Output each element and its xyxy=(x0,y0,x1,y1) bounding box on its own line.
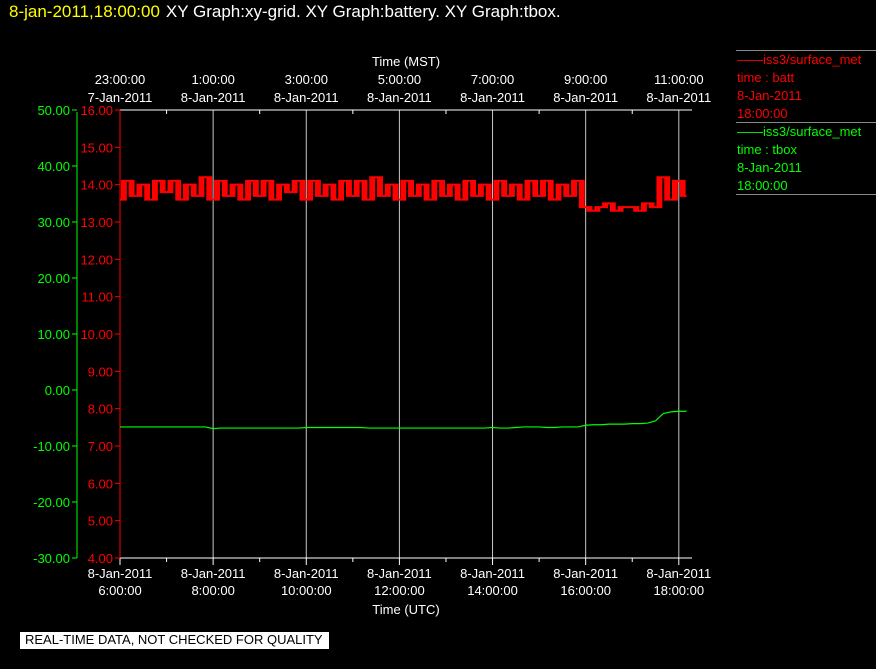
x-axis-label: Time (UTC) xyxy=(372,602,439,617)
legend-entry-tbox: ——iss3/surface_met time : tbox 8-Jan-201… xyxy=(737,123,861,195)
series-batt-line xyxy=(120,176,687,212)
tbox-tick-label: -20.00 xyxy=(33,495,70,510)
series-tbox-line xyxy=(120,410,687,430)
x-tick-label-date: 8-Jan-2011 xyxy=(274,566,339,581)
x-tick-label-date: 8-Jan-2011 xyxy=(460,566,525,581)
legend-entry-batt: ——iss3/surface_met time : batt 8-Jan-201… xyxy=(737,51,861,123)
x-tick-label-time: 12:00:00 xyxy=(374,583,425,598)
x2-tick-label-time: 5:00:00 xyxy=(378,72,421,87)
x2-tick-label-date: 8-Jan-2011 xyxy=(646,90,711,105)
x-tick-label-date: 8-Jan-2011 xyxy=(553,566,618,581)
x2-tick-label-date: 8-Jan-2011 xyxy=(274,90,339,105)
legend-time: 18:00:00 xyxy=(737,106,788,121)
batt-tick-label: 16.00 xyxy=(80,103,113,118)
batt-tick-label: 7.00 xyxy=(88,439,113,454)
x-tick-label-time: 16:00:00 xyxy=(560,583,611,598)
tbox-tick-label: 30.00 xyxy=(37,215,70,230)
x2-tick-label-date: 8-Jan-2011 xyxy=(460,90,525,105)
batt-tick-label: 12.00 xyxy=(80,252,113,267)
legend-variable: time : tbox xyxy=(737,142,797,157)
legend-date: 8-Jan-2011 xyxy=(737,160,802,175)
legend-date: 8-Jan-2011 xyxy=(737,88,802,103)
legend-divider xyxy=(736,194,876,195)
x-tick-label-time: 10:00:00 xyxy=(281,583,332,598)
x-tick-label-time: 8:00:00 xyxy=(191,583,234,598)
batt-tick-label: 11.00 xyxy=(81,290,113,305)
tbox-tick-label: -30.00 xyxy=(33,551,70,566)
batt-tick-label: 4.00 xyxy=(88,551,113,566)
x2-tick-label-date: 8-Jan-2011 xyxy=(181,90,246,105)
x2-tick-label-date: 8-Jan-2011 xyxy=(367,90,432,105)
x2-tick-label-date: 8-Jan-2011 xyxy=(553,90,618,105)
legend-variable: time : batt xyxy=(737,70,795,85)
quality-disclaimer: REAL-TIME DATA, NOT CHECKED FOR QUALITY xyxy=(20,632,329,649)
x2-tick-label-time: 23:00:00 xyxy=(95,72,146,87)
legend-time: 18:00:00 xyxy=(737,178,788,193)
tbox-tick-label: 40.00 xyxy=(37,159,70,174)
x2-tick-label-time: 11:00:00 xyxy=(654,72,704,87)
batt-tick-label: 5.00 xyxy=(88,514,113,529)
x-tick-label-date: 8-Jan-2011 xyxy=(367,566,432,581)
x-tick-label-date: 8-Jan-2011 xyxy=(646,566,711,581)
batt-tick-label: 9.00 xyxy=(88,364,113,379)
x2-axis-label: Time (MST) xyxy=(372,54,440,69)
x-tick-label-time: 18:00:00 xyxy=(654,583,705,598)
x2-tick-label-time: 9:00:00 xyxy=(564,72,607,87)
x-tick-label-date: 8-Jan-2011 xyxy=(88,566,153,581)
batt-tick-label: 10.00 xyxy=(80,327,113,342)
batt-tick-label: 13.00 xyxy=(80,215,113,230)
x-tick-label-time: 6:00:00 xyxy=(98,583,141,598)
tbox-tick-label: 0.00 xyxy=(45,383,70,398)
legend-series-name: ——iss3/surface_met xyxy=(737,52,862,67)
legend-series-name: ——iss3/surface_met xyxy=(737,124,862,139)
batt-tick-label: 14.00 xyxy=(80,178,113,193)
tbox-tick-label: -10.00 xyxy=(33,439,70,454)
batt-tick-label: 6.00 xyxy=(88,476,113,491)
batt-tick-label: 8.00 xyxy=(88,402,113,417)
tbox-tick-label: 20.00 xyxy=(37,271,70,286)
x2-tick-label-time: 1:00:00 xyxy=(191,72,234,87)
batt-tick-label: 15.00 xyxy=(80,140,113,155)
x-tick-label-date: 8-Jan-2011 xyxy=(181,566,246,581)
tbox-tick-label: 10.00 xyxy=(37,327,70,342)
x2-tick-label-time: 7:00:00 xyxy=(471,72,514,87)
tbox-tick-label: 50.00 xyxy=(37,103,70,118)
x2-tick-label-time: 3:00:00 xyxy=(285,72,328,87)
x-tick-label-time: 14:00:00 xyxy=(467,583,518,598)
